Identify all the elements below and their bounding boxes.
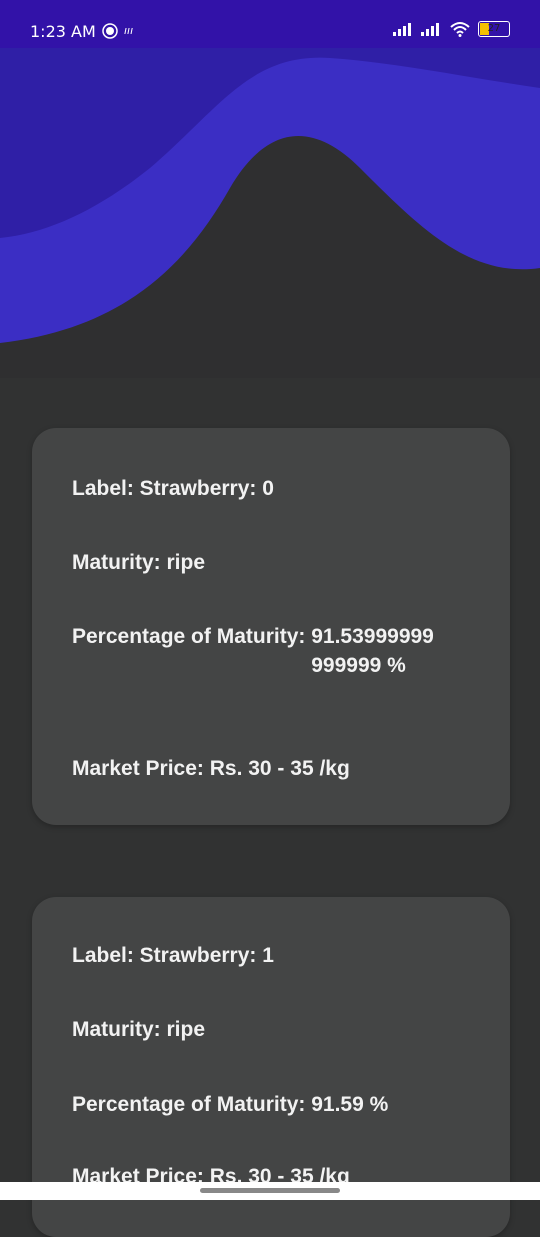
- wifi-icon: [449, 21, 470, 37]
- market-price-text: Market Price: Rs. 30 - 35 /kg: [72, 757, 350, 780]
- maturity-text: Maturity: ripe: [72, 551, 206, 574]
- label-text: Label: Strawberry: 0: [72, 477, 274, 500]
- percentage-number: 91.53999999999999: [311, 625, 434, 677]
- percentage-unit: %: [387, 654, 406, 677]
- wave-header: [0, 48, 540, 378]
- status-bar: 1:23 AM ııı 27: [0, 0, 540, 48]
- recording-icon: [102, 23, 118, 39]
- percentage-row: Percentage of Maturity: 91.59 %: [72, 1090, 388, 1119]
- percentage-value: 91.53999999999999 %: [311, 622, 439, 680]
- signal-icon: [392, 22, 411, 36]
- home-gesture-handle[interactable]: [200, 1188, 340, 1193]
- percentage-label: Percentage of Maturity:: [72, 625, 306, 648]
- signal-icon-2: [421, 22, 440, 36]
- percentage-label: Percentage of Maturity:: [72, 1093, 306, 1116]
- battery-icon: 27: [478, 20, 510, 37]
- battery-level: 27: [487, 22, 501, 34]
- maturity-text: Maturity: ripe: [72, 1018, 206, 1041]
- navigation-bar: [0, 1182, 540, 1200]
- percentage-value: 91.59 %: [311, 1090, 388, 1119]
- status-time: 1:23 AM: [30, 22, 96, 41]
- percentage-row: Percentage of Maturity: 91.5399999999999…: [72, 622, 439, 680]
- percentage-number: 91.59: [311, 1093, 364, 1116]
- label-text: Label: Strawberry: 1: [72, 944, 274, 967]
- result-card: Label: Strawberry: 0 Maturity: ripe Perc…: [32, 428, 510, 825]
- status-icons: 27: [392, 20, 510, 38]
- percentage-unit: %: [369, 1093, 389, 1116]
- notification-icon: ııı: [124, 24, 134, 37]
